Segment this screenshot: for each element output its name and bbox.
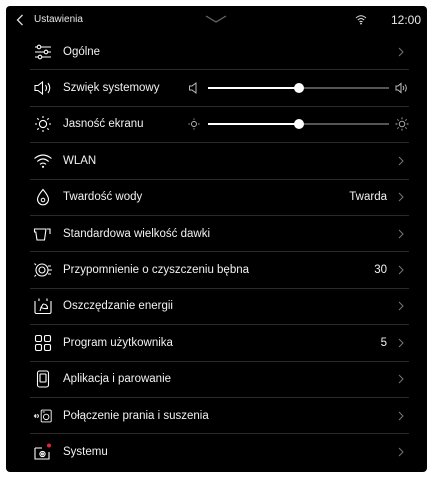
wifi-status-icon xyxy=(355,14,367,25)
settings-item-label: Szwięk systemowy xyxy=(63,82,160,95)
pull-down-handle[interactable] xyxy=(202,14,230,24)
clock: 12:00 xyxy=(390,13,421,27)
chevron-left-icon xyxy=(16,14,23,26)
back-button[interactable] xyxy=(14,13,26,27)
washer-dryer-link-icon xyxy=(33,406,53,426)
brightness-track xyxy=(208,119,389,130)
chevron-right-icon xyxy=(398,448,404,457)
settings-item-label: Ogólne xyxy=(63,45,101,58)
wifi-icon xyxy=(33,151,53,171)
settings-item-system-sound: Szwięk systemowy xyxy=(30,70,409,107)
system-icon xyxy=(33,442,53,462)
chevron-right-icon xyxy=(398,229,404,238)
brightness-fill xyxy=(208,123,299,126)
energy-saving-icon xyxy=(33,296,53,316)
settings-item-label: WLAN xyxy=(63,154,97,167)
settings-item-label: Standardowa wielkość dawki xyxy=(63,227,211,240)
settings-item-label: Twardość wody xyxy=(63,191,143,204)
settings-item-value: 30 xyxy=(374,264,387,277)
sun-icon xyxy=(33,114,53,134)
chevron-right-icon xyxy=(398,302,404,311)
detergent-icon xyxy=(33,224,53,244)
brightness-high-icon xyxy=(395,117,409,131)
notification-dot xyxy=(47,443,51,448)
grid-icon xyxy=(33,333,53,353)
drum-clean-icon xyxy=(33,260,53,280)
settings-item-label: Połączenie prania i suszenia xyxy=(63,409,209,422)
sliders-icon xyxy=(33,42,53,62)
chevron-right-icon xyxy=(398,192,404,202)
settings-item-label: Przypomnienie o czyszczeniu bębna xyxy=(63,264,250,277)
settings-item-value: Twarda xyxy=(349,191,387,204)
chevron-right-icon xyxy=(398,156,404,166)
settings-item-label: Systemu xyxy=(63,446,108,459)
chevron-right-icon xyxy=(398,411,404,420)
settings-item-label: Program użytkownika xyxy=(63,336,173,349)
settings-item-wash-dry-link[interactable]: Połączenie prania i suszenia xyxy=(30,398,409,435)
settings-item-label: Oszczędzanie energii xyxy=(63,300,173,313)
settings-item-label: Jasność ekranu xyxy=(63,118,144,131)
volume-low-icon xyxy=(189,82,197,95)
settings-list: Ogólne Szwięk systemowy Jasność ekranu W… xyxy=(30,34,409,471)
chevron-right-icon xyxy=(398,338,404,348)
settings-item-label: Aplikacja i parowanie xyxy=(63,373,172,386)
speaker-icon xyxy=(33,78,53,98)
settings-screen: Ustawienia 12:00 Ogólne Szwięk systemowy… xyxy=(6,6,427,472)
phone-icon xyxy=(33,369,53,389)
settings-item-standard-dose[interactable]: Standardowa wielkość dawki xyxy=(30,216,409,253)
settings-item-drum-clean-reminder[interactable]: Przypomnienie o czyszczeniu bębna 30 xyxy=(30,252,409,289)
brightness-slider[interactable] xyxy=(188,116,409,132)
volume-track xyxy=(208,83,389,94)
chevron-right-icon xyxy=(398,374,404,384)
brightness-low-icon xyxy=(188,118,200,130)
status-bar: Ustawienia 12:00 xyxy=(6,6,427,34)
settings-item-energy-saving[interactable]: Oszczędzanie energii xyxy=(30,289,409,326)
chevron-right-icon xyxy=(398,47,404,57)
settings-item-user-program[interactable]: Program użytkownika 5 xyxy=(30,325,409,362)
page-title: Ustawienia xyxy=(34,14,83,25)
volume-high-icon xyxy=(395,82,407,94)
settings-item-app-pairing[interactable]: Aplikacja i parowanie xyxy=(30,362,409,398)
chevron-right-icon xyxy=(398,265,404,275)
settings-item-general[interactable]: Ogólne xyxy=(30,34,409,71)
settings-item-brightness: Jasność ekranu xyxy=(30,107,409,144)
chevron-down-icon xyxy=(205,15,227,23)
settings-item-water-hardness[interactable]: Twardość wody Twarda xyxy=(30,180,409,216)
settings-item-value: 5 xyxy=(380,336,387,349)
volume-knob[interactable] xyxy=(293,83,304,94)
settings-item-wlan[interactable]: WLAN xyxy=(30,143,409,180)
volume-slider[interactable] xyxy=(188,80,409,96)
settings-item-system[interactable]: Systemu xyxy=(30,434,409,470)
brightness-knob[interactable] xyxy=(293,119,304,130)
water-drop-icon xyxy=(33,187,53,207)
volume-fill xyxy=(208,87,299,90)
